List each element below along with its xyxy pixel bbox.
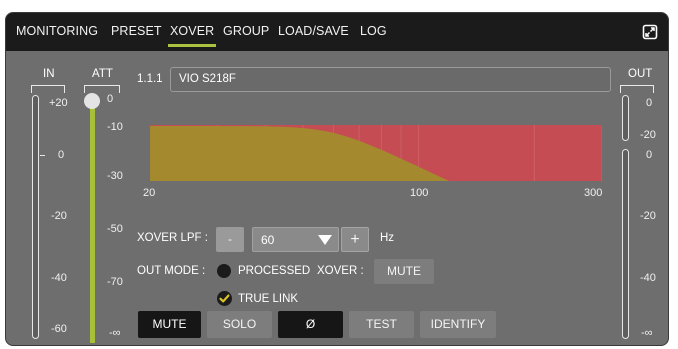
lpf-frequency-select[interactable]: 60 xyxy=(252,227,339,252)
in-scale-tick: -40 xyxy=(51,272,67,284)
xover-mute-button[interactable]: MUTE xyxy=(374,259,434,284)
att-scale-tick: -30 xyxy=(107,170,123,182)
x-tick-label: 20 xyxy=(143,187,156,199)
att-scale-tick: -70 xyxy=(107,276,123,288)
tab-log[interactable]: LOG xyxy=(360,24,387,38)
att-scale-tick: -50 xyxy=(107,223,123,235)
channel-name-field[interactable]: VIO S218F xyxy=(170,67,611,92)
processed-label: PROCESSED xyxy=(238,265,311,277)
att-label: ATT xyxy=(92,68,113,80)
dropdown-arrow-icon xyxy=(318,235,332,245)
x-tick-label: 300 xyxy=(584,187,603,199)
lpf-frequency-value: 60 xyxy=(261,233,275,247)
out-scale-tick: -∞ xyxy=(641,327,653,339)
tab-load-save[interactable]: LOAD/SAVE xyxy=(278,24,349,38)
out-mode-label: OUT MODE : xyxy=(137,265,206,277)
in-scale-tick: -20 xyxy=(51,210,67,222)
out-meter-label: OUT xyxy=(628,68,653,80)
tab-bar: MONITORING PRESET XOVER GROUP LOAD/SAVE … xyxy=(6,13,668,51)
out-scale-tick: -40 xyxy=(640,272,656,284)
decrement-button[interactable]: - xyxy=(216,227,244,252)
att-scale-tick: -10 xyxy=(107,121,123,133)
mute-button[interactable]: MUTE xyxy=(138,311,201,338)
att-scale-tick: -∞ xyxy=(109,327,121,339)
out-scale-tick: 0 xyxy=(646,149,653,161)
out-scale-tick: -20 xyxy=(640,129,656,141)
in-meter xyxy=(32,95,39,339)
xover-response-chart xyxy=(150,125,602,181)
in-scale-tick: +20 xyxy=(49,97,68,109)
checkmark-icon xyxy=(219,294,230,303)
att-bracket xyxy=(84,85,120,93)
expand-icon[interactable] xyxy=(642,24,658,40)
att-scale-tick: 0 xyxy=(107,93,114,105)
out-meter-lower xyxy=(622,149,629,339)
identify-button[interactable]: IDENTIFY xyxy=(420,311,496,338)
x-tick-label: 100 xyxy=(410,187,429,199)
out-scale-tick: 0 xyxy=(646,97,653,109)
in-scale-tick: -60 xyxy=(51,323,67,335)
unit-label: Hz xyxy=(380,232,395,244)
att-fader-knob[interactable] xyxy=(84,93,100,109)
tab-group[interactable]: GROUP xyxy=(223,24,269,38)
increment-button[interactable]: + xyxy=(341,227,369,252)
xover-mode-label: XOVER : xyxy=(317,265,364,277)
test-button[interactable]: TEST xyxy=(349,311,414,338)
true-link-label: TRUE LINK xyxy=(238,293,299,305)
channel-id: 1.1.1 xyxy=(137,73,163,85)
tab-monitoring[interactable]: MONITORING xyxy=(16,24,98,38)
solo-button[interactable]: SOLO xyxy=(207,311,272,338)
in-zero-marker xyxy=(40,155,45,156)
phase-invert-button[interactable]: Ø xyxy=(278,311,343,338)
in-meter-label: IN xyxy=(43,68,55,80)
out-meter-upper xyxy=(622,95,629,141)
out-scale-tick: -20 xyxy=(640,210,656,222)
xover-lpf-label: XOVER LPF : xyxy=(137,232,208,244)
xover-panel: MONITORING PRESET XOVER GROUP LOAD/SAVE … xyxy=(5,12,669,346)
processed-radio[interactable] xyxy=(217,264,231,278)
in-scale-tick: 0 xyxy=(58,149,65,161)
tab-xover[interactable]: XOVER xyxy=(167,24,217,47)
in-meter-bracket xyxy=(31,85,65,93)
tab-preset[interactable]: PRESET xyxy=(111,24,162,38)
att-fader-track[interactable] xyxy=(90,107,95,343)
out-meter-bracket xyxy=(620,85,654,93)
true-link-checkbox[interactable] xyxy=(217,291,232,306)
channel-name: VIO S218F xyxy=(179,73,236,85)
